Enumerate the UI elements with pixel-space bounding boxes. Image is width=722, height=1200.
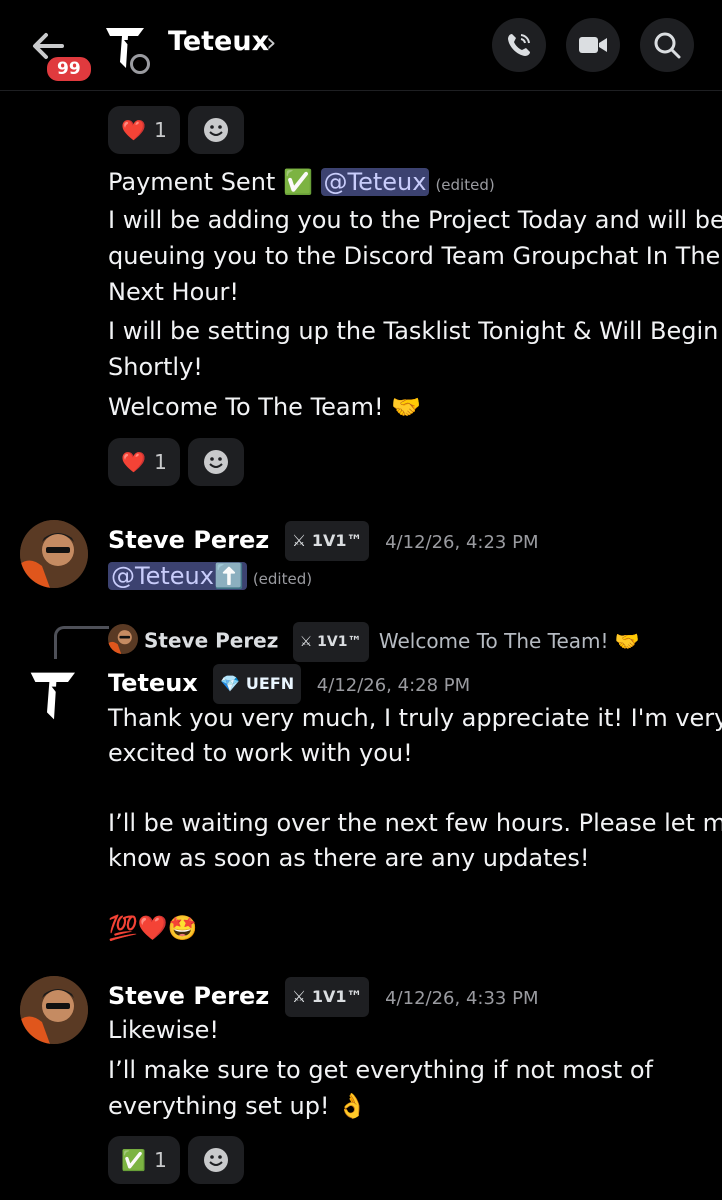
- timestamp: 4/12/26, 4:23 PM: [385, 532, 539, 553]
- reaction-heart[interactable]: ❤️ 1: [108, 106, 180, 154]
- edited-label: (edited): [435, 176, 495, 194]
- message-line: Next Hour!: [108, 278, 239, 306]
- message-line: Likewise!: [108, 1016, 220, 1044]
- message-header: Steve Perez ⚔ 1V1™ 4/12/26, 4:33 PM: [108, 977, 538, 1017]
- message-text: Payment Sent: [108, 168, 276, 196]
- check-emoji: ✅: [282, 168, 313, 196]
- call-button[interactable]: [492, 18, 546, 72]
- smiley-add-reaction-icon: [204, 450, 228, 474]
- message-line: excited to work with you!: [108, 739, 413, 767]
- phone-icon: [508, 34, 530, 56]
- username[interactable]: Teteux: [108, 669, 198, 697]
- check-emoji: ✅: [121, 1148, 147, 1172]
- video-camera-icon: [579, 37, 607, 53]
- role-tag[interactable]: 💎 UEFN: [213, 664, 302, 704]
- message-header: Steve Perez ⚔ 1V1™ 4/12/26, 4:23 PM: [108, 521, 538, 561]
- reaction-count: 1: [154, 450, 167, 474]
- user-mention[interactable]: @Teteux⬆️: [108, 562, 247, 590]
- edited-label: (edited): [252, 570, 313, 588]
- chat-header: 99 Teteux ›: [0, 0, 722, 91]
- message-line: I will be adding you to the Project Toda…: [108, 206, 722, 234]
- smiley-add-reaction-icon: [204, 1148, 228, 1172]
- add-reaction-button[interactable]: [188, 438, 244, 486]
- user-avatar-icon: [20, 520, 88, 588]
- search-icon: [654, 32, 681, 59]
- message-line: Welcome To The Team! 🤝: [108, 393, 422, 421]
- video-call-button[interactable]: [566, 18, 620, 72]
- message-line: I’ll make sure to get everything if not …: [108, 1056, 653, 1084]
- role-tag[interactable]: ⚔ 1V1™: [284, 977, 370, 1017]
- reaction-heart[interactable]: ❤️ 1: [108, 438, 180, 486]
- reply-preview[interactable]: Steve Perez ⚔ 1V1™ Welcome To The Team! …: [144, 622, 640, 662]
- message-line: @Teteux⬆️ (edited): [108, 558, 312, 597]
- user-avatar-icon: [108, 624, 138, 654]
- timestamp: 4/12/26, 4:28 PM: [316, 675, 471, 696]
- message-line: Thank you very much, I truly appreciate …: [108, 704, 722, 732]
- message-line: Shortly!: [108, 353, 203, 381]
- add-reaction-button[interactable]: [188, 106, 244, 154]
- reaction-check[interactable]: ✅ 1: [108, 1136, 180, 1184]
- channel-title[interactable]: Teteux: [168, 26, 269, 57]
- unread-badge: 99: [44, 54, 94, 84]
- reply-role-tag: ⚔ 1V1™: [292, 622, 369, 662]
- reaction-count: 1: [154, 118, 167, 142]
- status-indicator: [130, 54, 150, 74]
- message-line: know as soon as there are any updates!: [108, 844, 590, 872]
- message-line: everything set up! 👌: [108, 1092, 368, 1120]
- chevron-right-icon[interactable]: ›: [266, 28, 276, 58]
- heart-emoji: ❤️: [121, 450, 147, 474]
- role-tag[interactable]: ⚔ 1V1™: [284, 521, 370, 561]
- username[interactable]: Steve Perez: [108, 982, 269, 1010]
- username[interactable]: Steve Perez: [108, 526, 269, 554]
- avatar[interactable]: [20, 976, 88, 1044]
- message-line: queuing you to the Discord Team Groupcha…: [108, 242, 721, 270]
- message-line: Payment Sent ✅ @Teteux (edited): [108, 164, 495, 203]
- timestamp: 4/12/26, 4:33 PM: [385, 988, 539, 1009]
- emoji-line: 💯❤️🤩: [108, 914, 198, 942]
- reply-username: Steve Perez: [144, 628, 279, 653]
- message-line: I will be setting up the Tasklist Tonigh…: [108, 317, 719, 345]
- heart-emoji: ❤️: [121, 118, 147, 142]
- reply-connector: [54, 626, 109, 659]
- avatar[interactable]: [20, 520, 88, 588]
- reply-text: Welcome To The Team! 🤝: [378, 628, 640, 653]
- reaction-count: 1: [154, 1148, 167, 1172]
- message-header: Teteux 💎 UEFN 4/12/26, 4:28 PM: [108, 664, 470, 704]
- avatar[interactable]: [26, 668, 82, 724]
- user-mention[interactable]: @Teteux: [320, 168, 430, 196]
- teteux-logo-icon: [30, 672, 76, 720]
- add-reaction-button[interactable]: [188, 1136, 244, 1184]
- search-button[interactable]: [640, 18, 694, 72]
- message-line: I’ll be waiting over the next few hours.…: [108, 809, 722, 837]
- reply-avatar: [108, 624, 138, 654]
- smiley-add-reaction-icon: [204, 118, 228, 142]
- user-avatar-icon: [20, 976, 88, 1044]
